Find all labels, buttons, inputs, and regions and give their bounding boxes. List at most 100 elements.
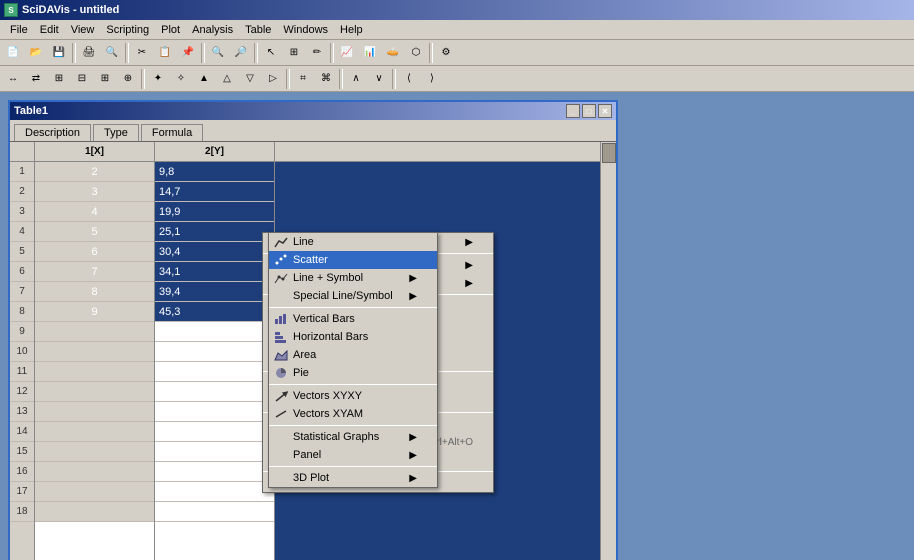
cell-16-2[interactable] (155, 462, 274, 482)
cell-10-1[interactable] (35, 342, 154, 362)
cell-2-1[interactable]: 3 (35, 182, 154, 202)
cell-2-2[interactable]: 14,7 (155, 182, 274, 202)
t2-btn6[interactable]: ⊕ (117, 68, 139, 90)
cell-7-1[interactable]: 8 (35, 282, 154, 302)
cell-9-1[interactable] (35, 322, 154, 342)
chart-3d-btn[interactable]: ⬡ (405, 42, 427, 64)
cell-18-2[interactable] (155, 502, 274, 522)
save-btn[interactable]: 💾 (48, 42, 70, 64)
menu-windows[interactable]: Windows (277, 22, 334, 38)
plot-area[interactable]: Area (269, 346, 437, 364)
plot-special-line[interactable]: Special Line/Symbol ▶ (269, 287, 437, 305)
t2-btn8[interactable]: ✧ (170, 68, 192, 90)
cell-17-1[interactable] (35, 482, 154, 502)
cell-14-2[interactable] (155, 422, 274, 442)
restore-btn[interactable]: □ (582, 104, 596, 118)
new-btn[interactable]: 📄 (2, 42, 24, 64)
t2-btn1[interactable]: ↔ (2, 68, 24, 90)
cell-15-1[interactable] (35, 442, 154, 462)
menu-analysis[interactable]: Analysis (186, 22, 239, 38)
t2-btn14[interactable]: ⌘ (315, 68, 337, 90)
cell-7-2[interactable]: 39,4 (155, 282, 274, 302)
draw-btn[interactable]: ✏ (306, 42, 328, 64)
plot-scatter[interactable]: Scatter (269, 251, 437, 269)
t2-btn18[interactable]: ⟩ (421, 68, 443, 90)
cell-9-2[interactable] (155, 322, 274, 342)
menu-file[interactable]: File (4, 22, 34, 38)
paste-btn[interactable]: 📌 (177, 42, 199, 64)
tab-description[interactable]: Description (14, 124, 91, 141)
plot-vbars[interactable]: Vertical Bars (269, 310, 437, 328)
cell-5-1[interactable]: 6 (35, 242, 154, 262)
tab-type[interactable]: Type (93, 124, 139, 141)
print-preview-btn[interactable]: 🔍 (101, 42, 123, 64)
chart-pie-btn[interactable]: 🥧 (382, 42, 404, 64)
t2-btn3[interactable]: ⊞ (48, 68, 70, 90)
menu-plot[interactable]: Plot (155, 22, 186, 38)
plot-vectors-xyam[interactable]: Vectors XYAM (269, 405, 437, 423)
cell-5-2[interactable]: 30,4 (155, 242, 274, 262)
t2-btn2[interactable]: ⇄ (25, 68, 47, 90)
t2-btn7[interactable]: ✦ (147, 68, 169, 90)
cell-17-2[interactable] (155, 482, 274, 502)
cell-8-1[interactable]: 9 (35, 302, 154, 322)
t2-btn9[interactable]: ▲ (193, 68, 215, 90)
plot-pie[interactable]: Pie (269, 364, 437, 382)
plot-hbars[interactable]: Horizontal Bars (269, 328, 437, 346)
cell-8-2[interactable]: 45,3 (155, 302, 274, 322)
plot-panel[interactable]: Panel ▶ (269, 446, 437, 464)
t2-btn16[interactable]: ∨ (368, 68, 390, 90)
cell-15-2[interactable] (155, 442, 274, 462)
zoom-out-btn[interactable]: 🔎 (230, 42, 252, 64)
pointer-btn[interactable]: ↖ (260, 42, 282, 64)
plot-line-symbol[interactable]: Line + Symbol ▶ (269, 269, 437, 287)
zoom-in-btn[interactable]: 🔍 (207, 42, 229, 64)
cell-1-1[interactable]: 2 (35, 162, 154, 182)
scrollbar-thumb[interactable] (602, 143, 616, 163)
t2-btn17[interactable]: ⟨ (398, 68, 420, 90)
plot-vectors-xyxy[interactable]: Vectors XYXY (269, 387, 437, 405)
cell-13-1[interactable] (35, 402, 154, 422)
cell-14-1[interactable] (35, 422, 154, 442)
cell-3-1[interactable]: 4 (35, 202, 154, 222)
copy-btn[interactable]: 📋 (154, 42, 176, 64)
cell-1-2[interactable]: 9,8 (155, 162, 274, 182)
cell-18-1[interactable] (35, 502, 154, 522)
t2-btn5[interactable]: ⊞ (94, 68, 116, 90)
t2-btn4[interactable]: ⊟ (71, 68, 93, 90)
cell-11-1[interactable] (35, 362, 154, 382)
cell-12-1[interactable] (35, 382, 154, 402)
cell-4-1[interactable]: 5 (35, 222, 154, 242)
close-btn[interactable]: ✕ (598, 104, 612, 118)
select-btn[interactable]: ⊞ (283, 42, 305, 64)
cell-6-1[interactable]: 7 (35, 262, 154, 282)
chart-bar-btn[interactable]: 📊 (359, 42, 381, 64)
cell-4-2[interactable]: 25,1 (155, 222, 274, 242)
menu-view[interactable]: View (65, 22, 101, 38)
menu-table[interactable]: Table (239, 22, 277, 38)
cell-11-2[interactable] (155, 362, 274, 382)
cell-6-2[interactable]: 34,1 (155, 262, 274, 282)
menu-scripting[interactable]: Scripting (100, 22, 155, 38)
t2-btn13[interactable]: ⌗ (292, 68, 314, 90)
minimize-btn[interactable]: _ (566, 104, 580, 118)
menu-help[interactable]: Help (334, 22, 369, 38)
cell-16-1[interactable] (35, 462, 154, 482)
cut-btn[interactable]: ✂ (131, 42, 153, 64)
chart-line-btn[interactable]: 📈 (336, 42, 358, 64)
t2-btn12[interactable]: ▷ (262, 68, 284, 90)
cell-3-2[interactable]: 19,9 (155, 202, 274, 222)
cell-12-2[interactable] (155, 382, 274, 402)
t2-btn15[interactable]: ∧ (345, 68, 367, 90)
cell-10-2[interactable] (155, 342, 274, 362)
scrollbar-vertical[interactable] (600, 142, 616, 560)
menu-edit[interactable]: Edit (34, 22, 65, 38)
plot-stat-graphs[interactable]: Statistical Graphs ▶ (269, 428, 437, 446)
t2-btn10[interactable]: △ (216, 68, 238, 90)
t2-btn11[interactable]: ▽ (239, 68, 261, 90)
cell-13-2[interactable] (155, 402, 274, 422)
tab-formula[interactable]: Formula (141, 124, 203, 141)
plot-3d[interactable]: 3D Plot ▶ (269, 469, 437, 487)
open-btn[interactable]: 📂 (25, 42, 47, 64)
print-btn[interactable]: 🖨 (78, 42, 100, 64)
